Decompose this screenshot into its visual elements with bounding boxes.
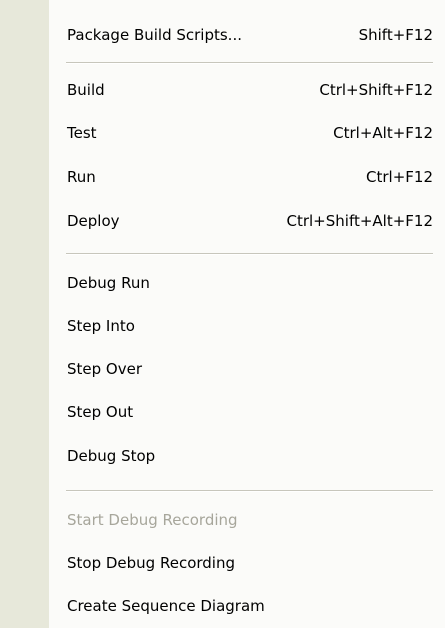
menu-item-label: Step Over — [67, 360, 142, 378]
menu-item-shortcut: Ctrl+Alt+F12 — [333, 124, 433, 142]
menu-item-test[interactable]: Test Ctrl+Alt+F12 — [49, 114, 443, 152]
menu-item-label: Create Sequence Diagram — [67, 597, 265, 615]
menu-item-step-out[interactable]: Step Out — [49, 393, 443, 431]
menu-item-run[interactable]: Run Ctrl+F12 — [49, 158, 443, 196]
menu-item-shortcut: Ctrl+Shift+F12 — [319, 81, 433, 99]
menu-item-stop-debug-recording[interactable]: Stop Debug Recording — [49, 544, 443, 582]
menu-item-shortcut: Ctrl+Shift+Alt+F12 — [286, 212, 433, 230]
menu-separator — [66, 253, 433, 255]
menu-item-label: Test — [67, 124, 97, 142]
menu-separator — [66, 490, 433, 492]
menu-item-start-debug-recording: Start Debug Recording — [49, 501, 443, 539]
menu-item-label: Deploy — [67, 212, 120, 230]
menu-separator — [66, 62, 433, 64]
menu-item-package-build-scripts[interactable]: Package Build Scripts... Shift+F12 — [49, 16, 443, 54]
menu-item-label: Debug Stop — [67, 447, 156, 465]
menu-icon-gutter — [0, 0, 49, 628]
menu-item-step-over[interactable]: Step Over — [49, 350, 443, 388]
menu-item-shortcut: Ctrl+F12 — [366, 168, 433, 186]
context-menu: Package Build Scripts... Shift+F12 Build… — [0, 0, 445, 628]
menu-item-label: Build — [67, 81, 105, 99]
menu-item-label: Debug Run — [67, 274, 150, 292]
menu-item-label: Step Out — [67, 403, 134, 421]
menu-item-deploy[interactable]: Deploy Ctrl+Shift+Alt+F12 — [49, 202, 443, 240]
menu-item-debug-run[interactable]: Debug Run — [49, 264, 443, 302]
menu-item-create-sequence-diagram[interactable]: Create Sequence Diagram — [49, 587, 443, 625]
menu-item-shortcut: Shift+F12 — [358, 26, 433, 44]
menu-item-label: Start Debug Recording — [67, 511, 238, 529]
menu-item-step-into[interactable]: Step Into — [49, 307, 443, 345]
menu-item-label: Stop Debug Recording — [67, 554, 235, 572]
menu-item-label: Package Build Scripts... — [67, 26, 242, 44]
menu-item-label: Step Into — [67, 317, 135, 335]
menu-item-build[interactable]: Build Ctrl+Shift+F12 — [49, 71, 443, 109]
menu-item-debug-stop[interactable]: Debug Stop — [49, 437, 443, 475]
menu-item-label: Run — [67, 168, 96, 186]
